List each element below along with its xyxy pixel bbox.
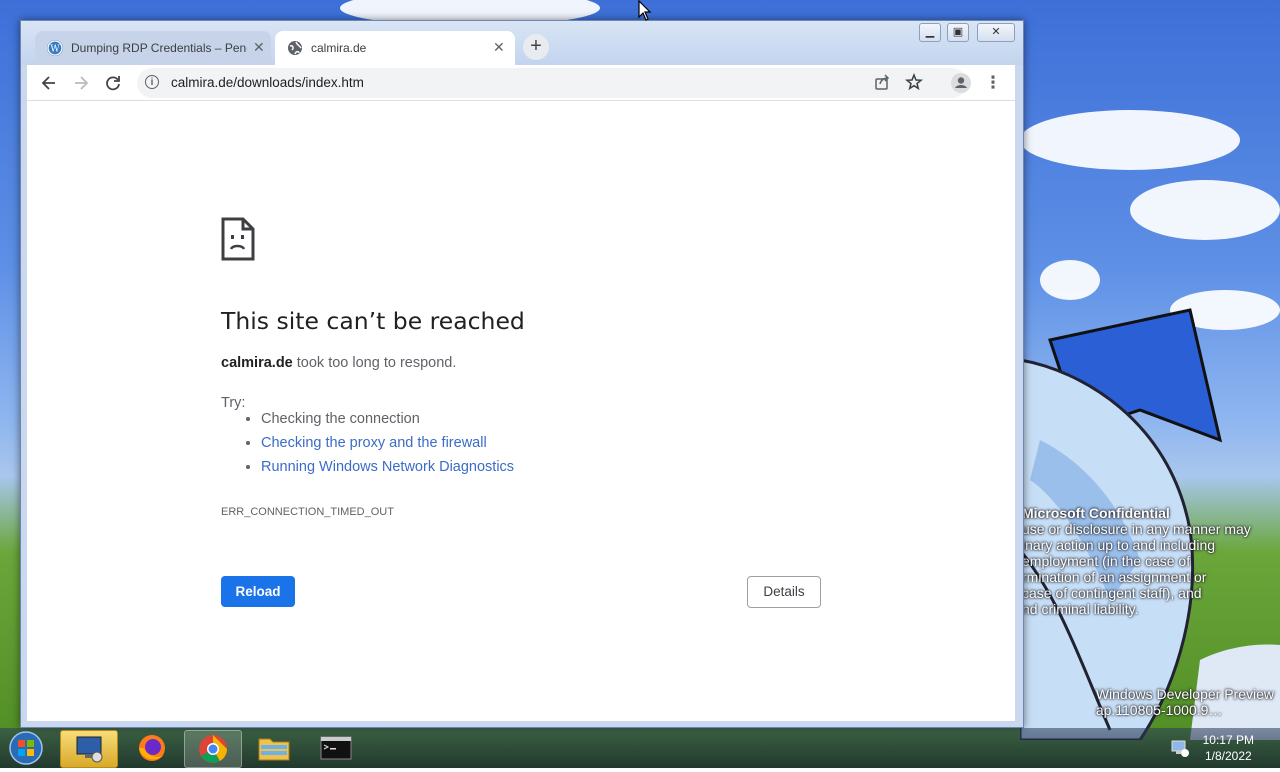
menu-kebab-icon[interactable]: ⋮ bbox=[980, 70, 1006, 96]
tab-calmira[interactable]: calmira.de ✕ bbox=[275, 31, 515, 65]
command-prompt-icon[interactable] bbox=[308, 730, 364, 766]
clock-date: 1/8/2022 bbox=[1204, 749, 1252, 763]
globe-icon bbox=[287, 40, 303, 56]
details-button[interactable]: Details bbox=[747, 576, 821, 608]
watermark-text: Microsoft Confidential use or disclosure… bbox=[1022, 505, 1251, 617]
wordpress-icon: W bbox=[47, 40, 63, 56]
reload-icon[interactable] bbox=[100, 70, 126, 96]
tab-dumping-rdp[interactable]: W Dumping RDP Credentials – Pene ✕ bbox=[35, 31, 271, 65]
tab-title: Dumping RDP Credentials – Pene bbox=[71, 41, 247, 55]
suggestion-item: Checking the proxy and the firewall bbox=[261, 431, 514, 455]
network-diagnostics-link[interactable]: Running Windows Network Diagnostics bbox=[261, 459, 514, 475]
svg-text:W: W bbox=[50, 45, 60, 55]
new-tab-button[interactable]: + bbox=[523, 34, 549, 60]
address-bar[interactable]: i calmira.de/downloads/index.htm bbox=[137, 68, 967, 98]
error-description: calmira.de took too long to respond. bbox=[221, 355, 456, 371]
remote-desktop-icon[interactable] bbox=[60, 730, 118, 768]
suggestion-item: Running Windows Network Diagnostics bbox=[261, 455, 514, 479]
error-code: ERR_CONNECTION_TIMED_OUT bbox=[221, 506, 394, 518]
file-explorer-icon[interactable] bbox=[246, 730, 302, 766]
forward-arrow-icon[interactable] bbox=[68, 70, 94, 96]
site-info-icon[interactable]: i bbox=[145, 75, 159, 89]
taskbar: 10:17 PM 1/8/2022 bbox=[0, 728, 1280, 768]
close-window-button[interactable]: ✕ bbox=[977, 23, 1015, 42]
network-tray-icon[interactable] bbox=[1170, 738, 1190, 763]
sad-page-icon bbox=[221, 217, 255, 266]
build-watermark: Windows Developer Preview ap.110805-1000… bbox=[1095, 686, 1274, 718]
start-button[interactable] bbox=[6, 730, 46, 766]
system-clock[interactable]: 10:17 PM 1/8/2022 bbox=[1203, 732, 1254, 764]
maximize-button[interactable]: ▣ bbox=[947, 23, 969, 42]
chrome-window: ▁ ▣ ✕ W Dumping RDP Credentials – Pene ✕… bbox=[20, 20, 1024, 728]
close-tab-icon[interactable]: ✕ bbox=[493, 39, 505, 56]
minimize-button[interactable]: ▁ bbox=[919, 23, 941, 42]
clock-time: 10:17 PM bbox=[1202, 733, 1254, 747]
error-message: took too long to respond. bbox=[292, 355, 457, 371]
firefox-icon[interactable] bbox=[124, 730, 180, 766]
share-icon[interactable] bbox=[873, 73, 891, 96]
chrome-icon[interactable] bbox=[184, 730, 242, 768]
bookmark-star-icon[interactable] bbox=[905, 72, 923, 96]
mouse-cursor-icon bbox=[638, 0, 652, 27]
profile-avatar-icon[interactable] bbox=[948, 70, 974, 96]
back-arrow-icon[interactable] bbox=[36, 70, 62, 96]
tab-title: calmira.de bbox=[311, 41, 367, 55]
error-title: This site can’t be reached bbox=[221, 307, 525, 335]
address-url: calmira.de/downloads/index.htm bbox=[171, 75, 364, 90]
suggestion-item: Checking the connection bbox=[261, 407, 514, 431]
close-tab-icon[interactable]: ✕ bbox=[253, 39, 265, 56]
browser-toolbar: i calmira.de/downloads/index.htm ⋮ bbox=[27, 65, 1015, 101]
proxy-firewall-link[interactable]: Checking the proxy and the firewall bbox=[261, 435, 487, 451]
suggestions-list: Checking the connection Checking the pro… bbox=[221, 407, 514, 479]
error-host: calmira.de bbox=[221, 355, 293, 371]
page-content: This site can’t be reached calmira.de to… bbox=[27, 101, 1015, 721]
reload-button[interactable]: Reload bbox=[221, 576, 295, 607]
